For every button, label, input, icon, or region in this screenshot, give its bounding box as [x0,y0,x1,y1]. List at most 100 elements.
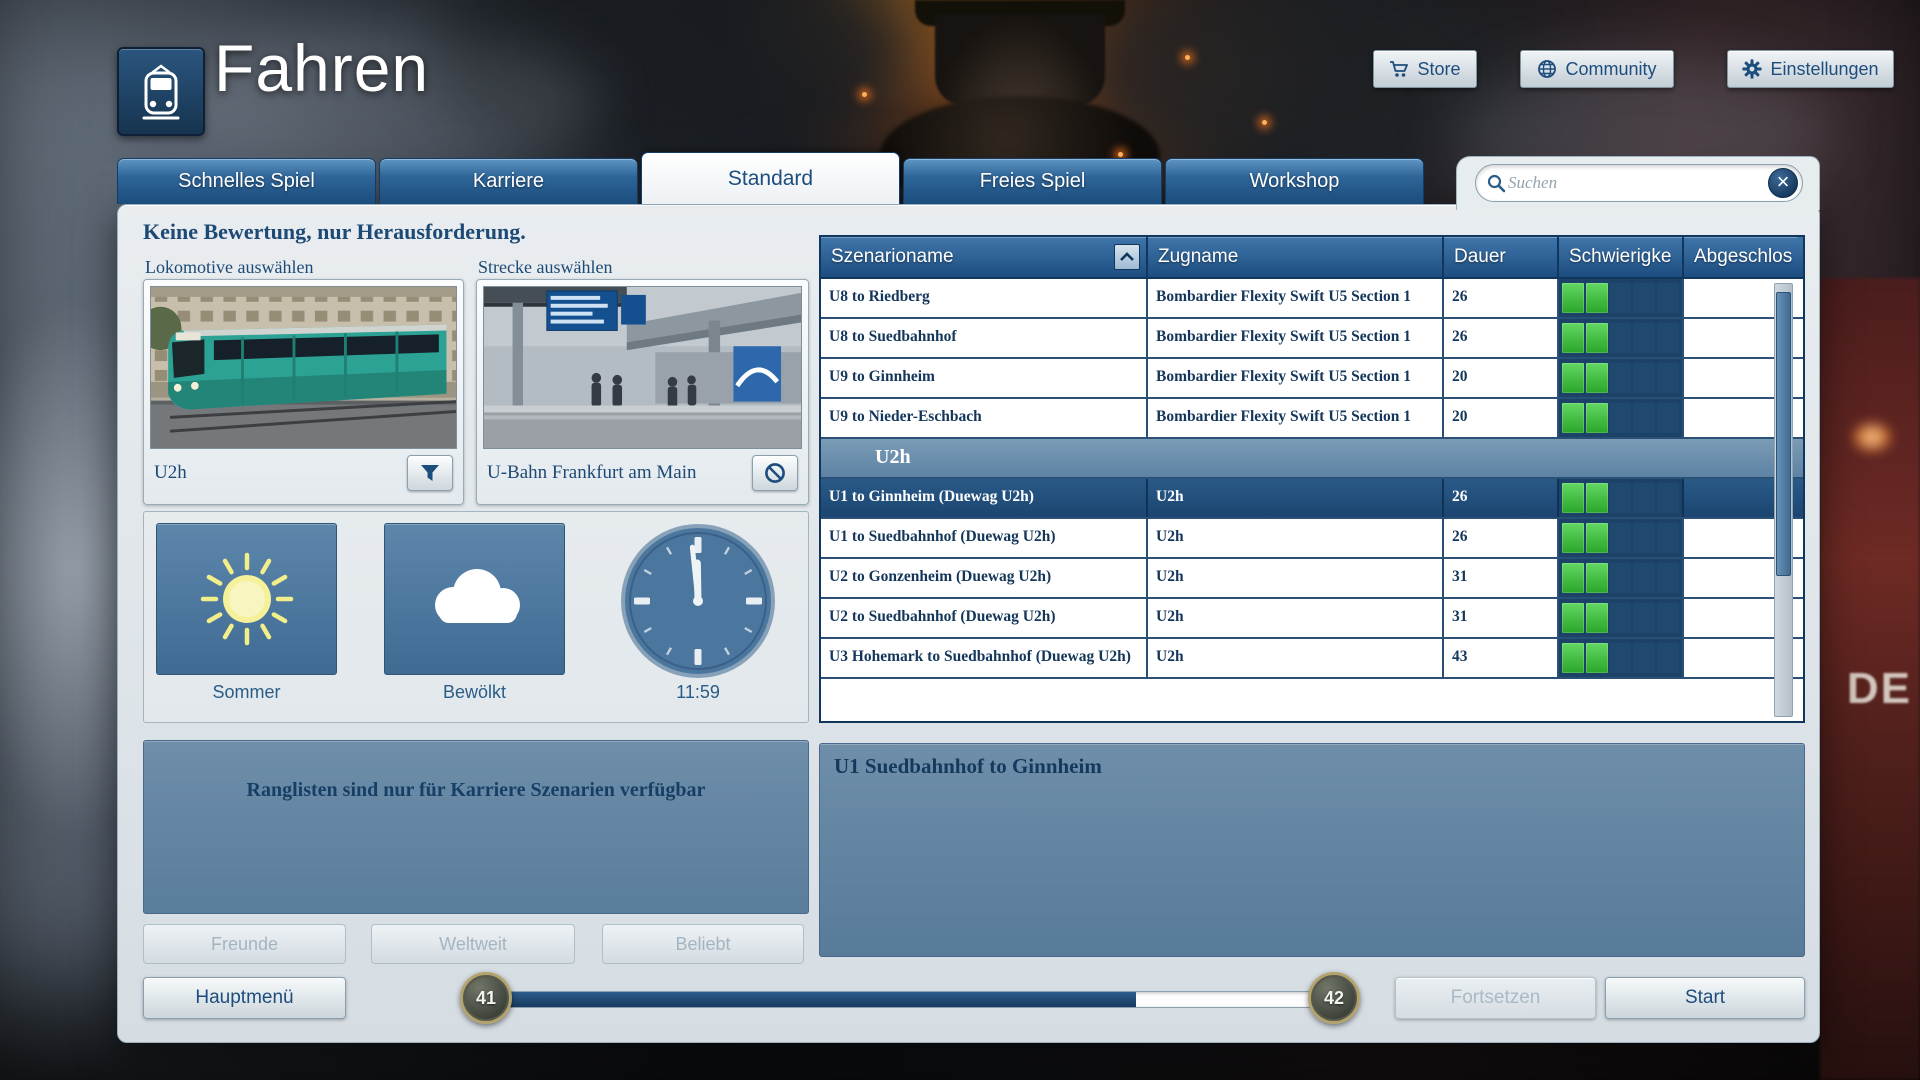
sort-asc-icon[interactable] [1114,244,1140,270]
difficulty-segment [1633,403,1655,433]
community-button-label: Community [1565,59,1656,80]
locomotive-chimney [935,14,1105,106]
scenario-row[interactable]: U8 to SuedbahnhofBombardier Flexity Swif… [821,319,1803,359]
weather-tile[interactable] [384,523,565,675]
difficulty-segment [1562,643,1584,673]
difficulty-segment [1586,563,1608,593]
settings-button[interactable]: Einstellungen [1727,50,1894,88]
duration-value: 26 [1444,279,1559,317]
scenario-name: U1 to Suedbahnhof (Duewag U2h) [821,519,1148,557]
scenario-row[interactable]: U9 to Nieder-EschbachBombardier Flexity … [821,399,1803,439]
route-card[interactable]: U-Bahn Frankfurt am Main [476,279,809,505]
locomotive-card[interactable]: U2h [143,279,464,505]
locomotive-image [150,286,457,449]
difficulty-segment [1657,563,1679,593]
duration-value: 20 [1444,399,1559,437]
route-picker-label: Strecke auswählen [478,257,612,278]
difficulty-segment [1657,283,1679,313]
time-label: 11:59 [618,682,778,703]
friends-button[interactable]: Freunde [143,924,346,964]
train-name: U2h [1148,559,1444,597]
no-entry-icon [764,462,786,484]
locomotive-filter-button[interactable] [407,455,453,491]
difficulty-segment [1657,643,1679,673]
popular-button[interactable]: Beliebt [602,924,804,964]
locomotive-picker-label: Lokomotive auswählen [145,257,313,278]
difficulty-bar [1559,599,1684,637]
scrollbar-thumb[interactable] [1776,292,1791,576]
season-tile[interactable] [156,523,337,675]
scenario-row[interactable]: U9 to GinnheimBombardier Flexity Swift U… [821,359,1803,399]
difficulty-segment [1633,283,1655,313]
resume-button[interactable]: Fortsetzen [1395,977,1596,1019]
driver-level-badge-current: 41 [460,972,512,1024]
scenario-row[interactable]: U2 to Suedbahnhof (Duewag U2h)U2h31 [821,599,1803,639]
community-button[interactable]: Community [1520,50,1674,88]
difficulty-segment [1562,523,1584,553]
worldwide-button[interactable]: Weltweit [371,924,575,964]
header-zugname[interactable]: Zugname [1148,237,1444,277]
scenario-row[interactable]: U8 to RiedbergBombardier Flexity Swift U… [821,279,1803,319]
scrollbar[interactable] [1774,283,1793,717]
difficulty-segment [1633,483,1655,513]
header-szenarioname[interactable]: Szenarioname [821,237,1148,277]
header-schwierigkeit[interactable]: Schwierigke [1559,237,1684,277]
weather-label: Bewölkt [384,682,565,703]
train-name: Bombardier Flexity Swift U5 Section 1 [1148,279,1444,317]
search-input[interactable] [1506,172,1768,194]
store-button[interactable]: Store [1373,50,1477,88]
start-button[interactable]: Start [1605,977,1805,1019]
tab-workshop[interactable]: Workshop [1165,158,1424,204]
tab-label: Standard [728,167,813,191]
time-clock[interactable] [618,521,778,681]
header-abgeschlossen[interactable]: Abgeschlos [1684,237,1797,277]
scenario-name: U9 to Ginnheim [821,359,1148,397]
scenario-group-row[interactable]: U2h [821,439,1803,479]
leaderboard-notice: Ranglisten sind nur für Karriere Szenari… [174,779,778,802]
tab-standard[interactable]: Standard [641,152,900,204]
difficulty-segment [1562,563,1584,593]
difficulty-bar [1559,319,1684,357]
train-name: U2h [1148,479,1444,517]
duration-value: 43 [1444,639,1559,677]
search-clear-button[interactable] [1768,168,1798,198]
difficulty-segment [1562,323,1584,353]
tab-karriere[interactable]: Karriere [379,158,638,204]
scenario-table-header: Szenarioname Zugname Dauer Schwierigke A… [821,237,1803,277]
store-button-label: Store [1417,59,1460,80]
difficulty-bar [1559,639,1684,677]
scenario-row[interactable]: U1 to Suedbahnhof (Duewag U2h)U2h26 [821,519,1803,559]
tab-label: Schnelles Spiel [178,170,315,193]
fire-ember [862,92,867,97]
scenario-row[interactable]: U3 Hohemark to Suedbahnhof (Duewag U2h)U… [821,639,1803,679]
difficulty-segment [1633,523,1655,553]
gear-icon [1742,59,1762,79]
badge-number: 42 [1324,988,1344,1009]
tab-bar: Schnelles Spiel Karriere Standard Freies… [117,158,1424,204]
tab-freies-spiel[interactable]: Freies Spiel [903,158,1162,204]
difficulty-bar [1559,359,1684,397]
tab-schnelles-spiel[interactable]: Schnelles Spiel [117,158,376,204]
difficulty-segment [1562,403,1584,433]
difficulty-segment [1633,603,1655,633]
clock-icon [618,521,778,681]
difficulty-segment [1657,403,1679,433]
header-dauer[interactable]: Dauer [1444,237,1559,277]
scenario-row[interactable]: U2 to Gonzenheim (Duewag U2h)U2h31 [821,559,1803,599]
main-menu-button[interactable]: Hauptmenü [143,977,346,1019]
difficulty-bar [1559,399,1684,437]
scenario-table: Szenarioname Zugname Dauer Schwierigke A… [819,235,1805,723]
cart-icon [1389,60,1409,78]
difficulty-segment [1610,283,1632,313]
tab-label: Workshop [1250,170,1340,193]
difficulty-bar [1559,279,1684,317]
train-name: Bombardier Flexity Swift U5 Section 1 [1148,319,1444,357]
scenario-row[interactable]: U1 to Ginnheim (Duewag U2h)U2h26 [821,479,1803,519]
header-label: Szenarioname [831,246,954,268]
route-clear-button[interactable] [752,455,798,491]
difficulty-segment [1586,323,1608,353]
progress-fill [495,992,1136,1007]
train-name: Bombardier Flexity Swift U5 Section 1 [1148,399,1444,437]
scenario-name: U2 to Suedbahnhof (Duewag U2h) [821,599,1148,637]
difficulty-segment [1657,603,1679,633]
